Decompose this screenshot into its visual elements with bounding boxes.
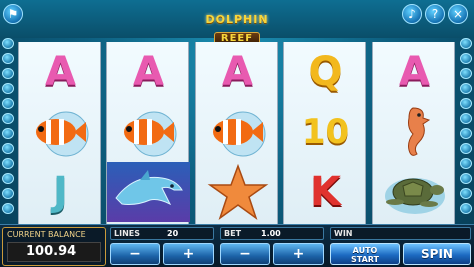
symbol-cell (19, 102, 102, 162)
game-screen: ⚑ ♪ ? × DOLPHIN REEF A J A A Q 10 K A CU… (0, 0, 474, 267)
bet-minus-button[interactable]: − (220, 243, 270, 265)
symbol-cell: A (373, 42, 456, 102)
symbol-10: 10 (301, 112, 350, 152)
line-marker[interactable] (460, 113, 472, 124)
symbol-cell (196, 102, 279, 162)
symbol-cell: 10 (284, 102, 367, 162)
symbol-k: K (310, 169, 341, 215)
reel-1: A J (18, 42, 101, 224)
line-marker[interactable] (2, 143, 14, 154)
bet-field: BET 1.00 (220, 227, 324, 240)
line-marker[interactable] (2, 188, 14, 199)
turtle-icon (384, 178, 445, 214)
reel-3: A (195, 42, 278, 224)
line-marker[interactable] (2, 128, 14, 139)
line-marker[interactable] (460, 128, 472, 139)
symbol-cell (373, 162, 456, 222)
balance-label: CURRENT BALANCE (7, 230, 86, 239)
line-marker[interactable] (2, 173, 14, 184)
clownfish-icon (212, 111, 265, 157)
line-marker[interactable] (460, 173, 472, 184)
line-marker[interactable] (2, 83, 14, 94)
win-label: WIN (334, 229, 353, 238)
reel-4: Q 10 K (283, 42, 366, 224)
symbol-cell: J (19, 162, 102, 222)
line-marker[interactable] (2, 68, 14, 79)
spin-button[interactable]: SPIN (403, 243, 471, 265)
dolphin-icon (114, 170, 183, 206)
line-marker[interactable] (2, 98, 14, 109)
auto-start-label-line2: START (350, 255, 380, 264)
lines-minus-button[interactable]: − (110, 243, 160, 265)
close-icon[interactable]: × (448, 4, 468, 24)
question-icon[interactable]: ? (425, 4, 445, 24)
right-line-markers (459, 38, 473, 224)
auto-start-label-line1: AUTO (352, 246, 378, 255)
balance-value: 100.94 (7, 242, 101, 262)
line-marker[interactable] (460, 158, 472, 169)
bet-value: 1.00 (261, 229, 281, 238)
reel-2: A (106, 42, 190, 224)
line-marker[interactable] (460, 38, 472, 49)
line-marker[interactable] (2, 203, 14, 214)
lines-label: LINES (114, 229, 140, 238)
line-marker[interactable] (460, 143, 472, 154)
clownfish-icon (35, 111, 88, 157)
line-marker[interactable] (460, 68, 472, 79)
symbol-a: A (45, 49, 76, 95)
line-marker[interactable] (2, 38, 14, 49)
symbol-cell (107, 102, 190, 162)
symbol-cell: A (107, 42, 190, 102)
line-marker[interactable] (2, 113, 14, 124)
symbol-cell (196, 162, 279, 222)
flag-icon[interactable]: ⚑ (3, 4, 23, 24)
speaker-icon[interactable]: ♪ (402, 4, 422, 24)
symbol-cell: A (196, 42, 279, 102)
bet-plus-button[interactable]: + (273, 243, 324, 265)
symbol-a: A (222, 49, 253, 95)
left-line-markers (1, 38, 15, 224)
symbol-cell: A (19, 42, 102, 102)
auto-start-button[interactable]: AUTO START (330, 243, 400, 265)
balance-box: CURRENT BALANCE 100.94 (2, 227, 106, 266)
lines-value: 20 (167, 229, 179, 238)
lines-field: LINES 20 (110, 227, 214, 240)
seahorse-icon (407, 107, 430, 156)
line-marker[interactable] (460, 203, 472, 214)
symbol-a: A (399, 49, 430, 95)
line-marker[interactable] (2, 158, 14, 169)
line-marker[interactable] (460, 98, 472, 109)
control-panel: CURRENT BALANCE 100.94 LINES 20 BET 1.00… (0, 224, 474, 267)
symbol-q: Q (308, 49, 343, 95)
win-field: WIN (330, 227, 471, 240)
reel-5: A (372, 42, 455, 224)
symbol-cell (373, 102, 456, 162)
clownfish-icon (123, 111, 176, 157)
line-marker[interactable] (460, 188, 472, 199)
symbol-cell: Q (284, 42, 367, 102)
game-logo: DOLPHIN REEF (184, 13, 290, 45)
bet-label: BET (224, 229, 242, 238)
symbol-j: J (53, 169, 68, 215)
logo-title: DOLPHIN (205, 13, 269, 26)
lines-plus-button[interactable]: + (163, 243, 214, 265)
line-marker[interactable] (460, 83, 472, 94)
line-marker[interactable] (2, 53, 14, 64)
symbol-cell (107, 162, 190, 222)
symbol-cell: K (284, 162, 367, 222)
symbol-a: A (133, 49, 164, 95)
line-marker[interactable] (460, 53, 472, 64)
starfish-icon (207, 164, 268, 220)
